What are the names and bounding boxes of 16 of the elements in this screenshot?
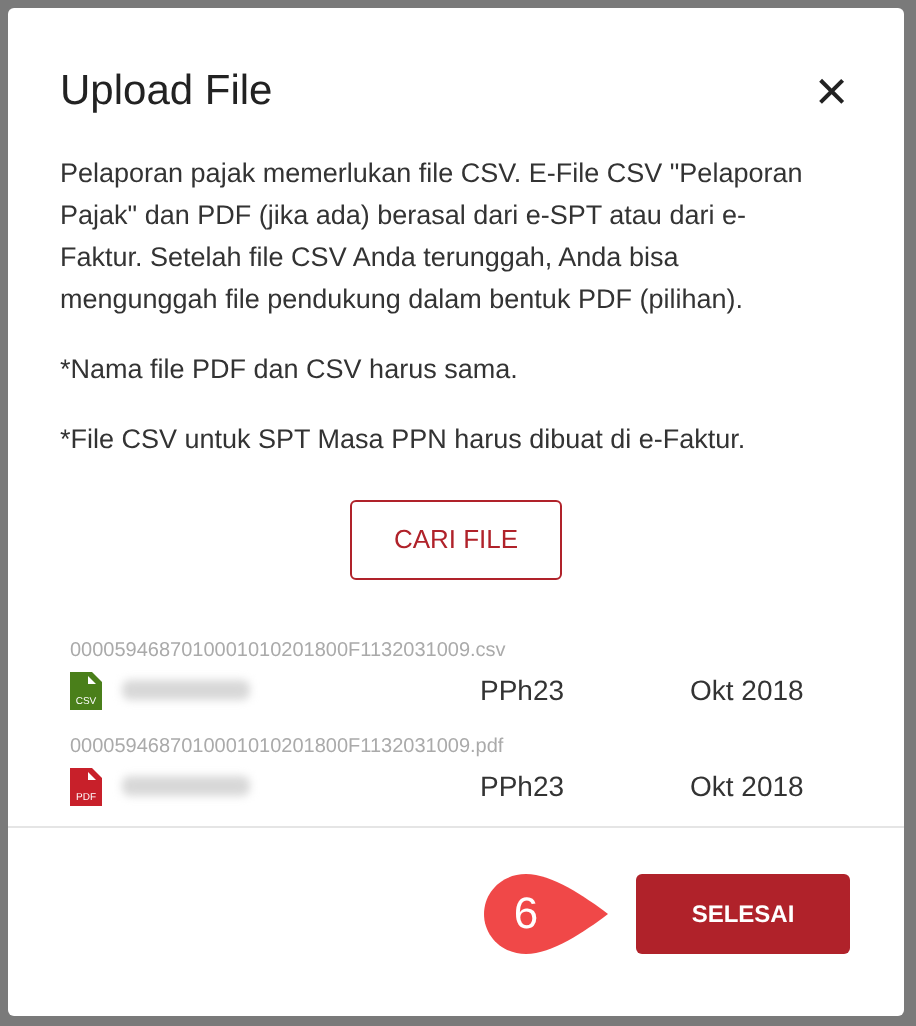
close-button[interactable]: × — [815, 63, 848, 120]
step-callout: 6 — [484, 871, 608, 955]
file-name: 0000594687010001010201800F1132031009.csv — [70, 639, 508, 663]
tax-period: Okt 2018 — [690, 671, 804, 709]
info-paragraph: Pelaporan pajak memerlukan file CSV. E-File CSV "Pelaporan Pajak" dan PDF (jika ada) berasal dari e-SPT atau dari e-Faktur. Setelah file CSV Anda terunggah, Anda bisa mengunggah file pendukung dalam bentuk PDF (pilihan). — [60, 155, 805, 318]
tax-type: PPh23 — [480, 671, 567, 709]
redacted-name — [122, 776, 250, 796]
dialog-title: Upload File — [60, 66, 273, 118]
redacted-name — [122, 680, 250, 700]
file-name: 0000594687010001010201800F1132031009.pdf — [70, 735, 506, 759]
tax-type: PPh23 — [480, 767, 567, 805]
info-paragraph: *File CSV untuk SPT Masa PPN harus dibuat di e-Faktur. — [60, 421, 748, 457]
tax-period: Okt 2018 — [690, 767, 804, 805]
browse-button[interactable]: CARI FILE — [350, 499, 562, 579]
info-paragraph: *Nama file PDF dan CSV harus sama. — [60, 351, 520, 387]
done-button[interactable]: SELESAI — [636, 873, 850, 953]
